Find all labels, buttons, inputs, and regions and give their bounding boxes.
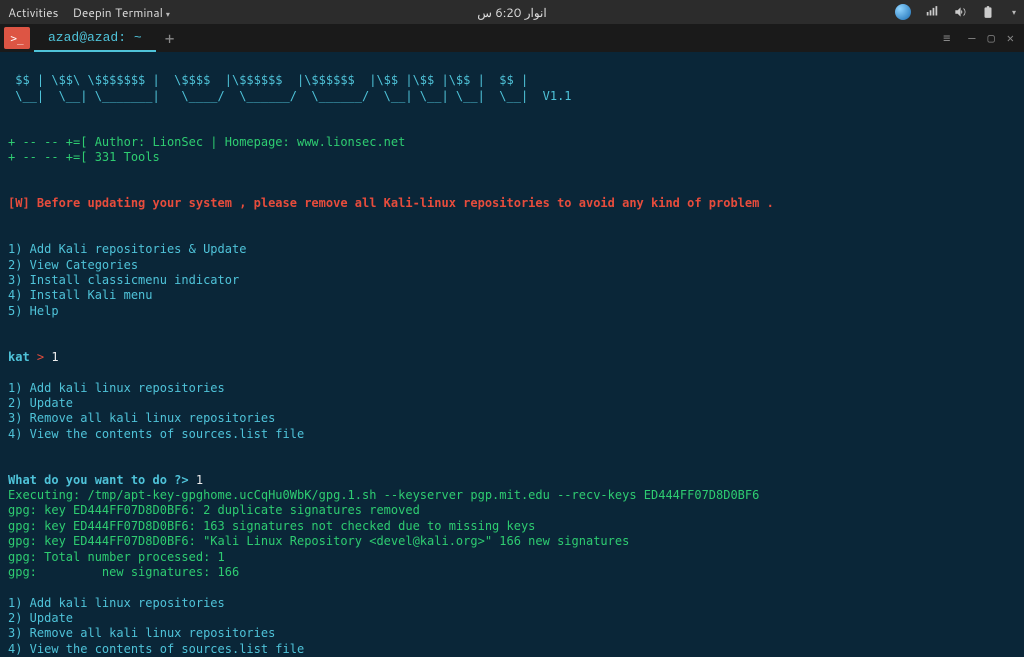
hamburger-menu-icon[interactable]: ≡ <box>943 31 950 45</box>
battery-icon[interactable] <box>981 5 995 19</box>
menu-item: 2) View Categories <box>8 258 138 272</box>
warning-line: [W] Before updating your system , please… <box>8 196 774 210</box>
terminal-titlebar: >_ azad@azad: ~ + ≡ — ▢ ✕ <box>0 24 1024 52</box>
activities-button[interactable]: Activities <box>8 4 59 21</box>
browser-icon[interactable] <box>895 4 911 20</box>
menu-item: 2) Update <box>8 396 73 410</box>
terminal-viewport[interactable]: $$ | \$$\ \$$$$$$$ | \$$$$ |\$$$$$$ |\$$… <box>0 52 1024 657</box>
gnome-topbar: Activities Deepin Terminal▾ انوار 6:20 س… <box>0 0 1024 24</box>
prompt-label: kat <box>8 350 30 364</box>
menu-item: 4) View the contents of sources.list fil… <box>8 427 304 441</box>
appmenu-button[interactable]: Deepin Terminal▾ <box>73 4 170 21</box>
output-line: gpg: key ED444FF07D8D0BF6: 2 duplicate s… <box>8 503 420 517</box>
info-line: + -- -- +=[ 331 Tools <box>8 150 160 164</box>
menu-item: 4) Install Kali menu <box>8 288 153 302</box>
prompt-label: What do you want to do ?> <box>8 473 189 487</box>
prompt-input: 1 <box>51 350 58 364</box>
ascii-art-line: \__| \__| \_______| \____/ \______/ \___… <box>8 89 572 103</box>
prompt-input: 1 <box>189 473 203 487</box>
clock[interactable]: انوار 6:20 س <box>477 4 546 21</box>
menu-item: 1) Add kali linux repositories <box>8 596 225 610</box>
output-line: Executing: /tmp/apt-key-gpghome.ucCqHu0W… <box>8 488 759 502</box>
menu-item: 1) Add kali linux repositories <box>8 381 225 395</box>
prompt-arrow: > <box>30 350 52 364</box>
menu-item: 2) Update <box>8 611 73 625</box>
new-tab-button[interactable]: + <box>156 24 184 52</box>
menu-item: 1) Add Kali repositories & Update <box>8 242 246 256</box>
menu-item: 3) Remove all kali linux repositories <box>8 411 275 425</box>
menu-item: 5) Help <box>8 304 59 318</box>
network-icon[interactable] <box>925 5 939 19</box>
menu-item: 4) View the contents of sources.list fil… <box>8 642 304 656</box>
maximize-button[interactable]: ▢ <box>988 31 995 45</box>
output-line: gpg: new signatures: 166 <box>8 565 239 579</box>
ascii-art-line: $$ | \$$\ \$$$$$$$ | \$$$$ |\$$$$$$ |\$$… <box>8 73 528 87</box>
output-line: gpg: key ED444FF07D8D0BF6: 163 signature… <box>8 519 535 533</box>
output-line: gpg: Total number processed: 1 <box>8 550 225 564</box>
terminal-tab-1[interactable]: azad@azad: ~ <box>34 24 156 52</box>
output-line: gpg: key ED444FF07D8D0BF6: "Kali Linux R… <box>8 534 629 548</box>
terminal-app-icon: >_ <box>4 27 30 49</box>
info-line: + -- -- +=[ Author: LionSec | Homepage: … <box>8 135 405 149</box>
system-menu-chevron-icon[interactable]: ▾ <box>1012 6 1016 18</box>
volume-icon[interactable] <box>953 5 967 19</box>
minimize-button[interactable]: — <box>968 31 975 45</box>
close-button[interactable]: ✕ <box>1007 31 1014 45</box>
menu-item: 3) Install classicmenu indicator <box>8 273 239 287</box>
menu-item: 3) Remove all kali linux repositories <box>8 626 275 640</box>
system-tray[interactable]: ▾ <box>895 4 1016 20</box>
